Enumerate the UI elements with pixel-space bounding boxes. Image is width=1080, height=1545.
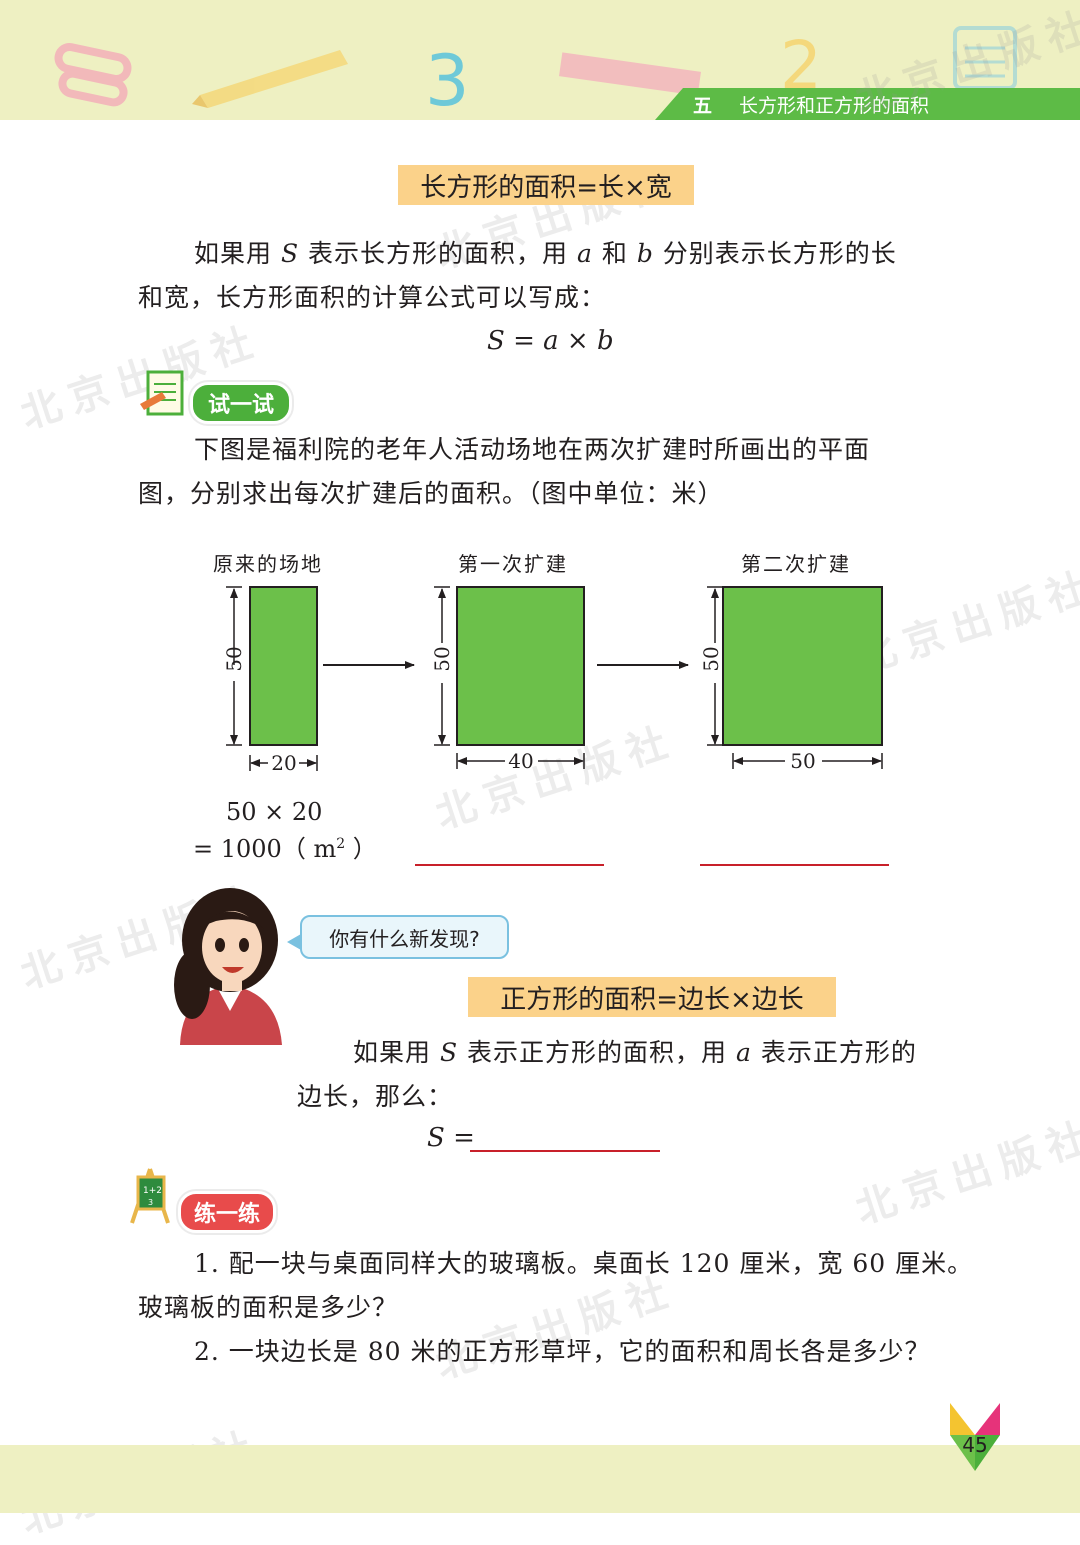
original-height-label: 50 — [222, 646, 246, 671]
field-label-original: 原来的场地 — [213, 552, 323, 576]
paperclip-icon — [54, 43, 132, 107]
try-instructions-line2: 图，分别求出每次扩建后的面积。（图中单位：米） — [138, 479, 724, 508]
chapter-tab: 五 长方形和正方形的面积 — [655, 88, 1080, 120]
practice-question-1-line1: 1. 配一块与桌面同样大的玻璃板。桌面长 120 厘米，宽 60 厘米。 — [194, 1249, 974, 1278]
practice-questions: 1. 配一块与桌面同样大的玻璃板。桌面长 120 厘米，宽 60 厘米。 玻璃板… — [138, 1242, 998, 1374]
ruler-icon — [559, 52, 701, 96]
square-explanation-line1: 如果用 S 表示正方形的面积，用 a 表示正方形的 — [353, 1038, 917, 1067]
teacher-avatar — [174, 888, 282, 1045]
chapter-title: 长方形和正方形的面积 — [739, 94, 930, 117]
answer-blank-first-expansion[interactable] — [415, 864, 604, 866]
answer-blank-square-formula[interactable] — [470, 1150, 660, 1152]
field-label-first-expansion: 第一次扩建 — [458, 552, 568, 576]
watermark: 北京出版社 — [850, 1112, 1080, 1234]
worked-calc-line1: 50 × 20 — [226, 798, 323, 826]
teacher-speech-bubble: 你有什么新发现? — [300, 915, 509, 959]
page-number: 45 — [962, 1433, 988, 1457]
try-instructions: 下图是福利院的老年人活动场地在两次扩建时所画出的平面 图，分别求出每次扩建后的面… — [138, 428, 968, 516]
practice-badge: 练一练 — [178, 1191, 276, 1233]
try-instructions-line1: 下图是福利院的老年人活动场地在两次扩建时所画出的平面 — [194, 435, 871, 464]
square-explanation-line2: 边长，那么： — [297, 1082, 454, 1111]
easel-icon: 1+2 3 — [130, 1168, 170, 1224]
square-area-formula-box: 正方形的面积=边长×边长 — [468, 977, 836, 1017]
practice-question-2: 2. 一块边长是 80 米的正方形草坪，它的面积和周长各是多少？ — [194, 1337, 931, 1366]
worked-calc-line2: = 1000（ m2 ） — [193, 835, 377, 863]
expansion-diagram: 50 20 50 40 50 50 — [222, 586, 883, 775]
number-three-icon: 3 — [425, 40, 470, 120]
square-explanation: 如果用 S 表示正方形的面积，用 a 表示正方形的 边长，那么： — [297, 1031, 967, 1119]
rect-area-equation: S = a × b — [487, 326, 614, 356]
footer-band — [0, 1445, 1080, 1513]
chapter-number: 五 — [693, 94, 713, 117]
first-expansion-width-label: 40 — [508, 749, 533, 773]
pencil-icon — [192, 50, 348, 108]
second-expansion-height-label: 50 — [699, 646, 723, 671]
second-expansion-rect — [722, 586, 883, 746]
first-expansion-rect — [456, 586, 585, 746]
second-expansion-width-label: 50 — [790, 749, 815, 773]
rect-explanation-line2: 和宽，长方形面积的计算公式可以写成： — [138, 283, 607, 312]
rect-explanation-line1: 如果用 S 表示长方形的面积，用 a 和 b 分别表示长方形的长 — [194, 239, 897, 268]
square-formula-prefix: S = — [427, 1123, 475, 1153]
rect-explanation: 如果用 S 表示长方形的面积，用 a 和 b 分别表示长方形的长 和宽，长方形面… — [138, 232, 958, 320]
practice-question-1-line2: 玻璃板的面积是多少？ — [138, 1293, 399, 1322]
rect-area-formula-box: 长方形的面积=长×宽 — [398, 165, 694, 205]
answer-blank-second-expansion[interactable] — [700, 864, 889, 866]
svg-text:3: 3 — [148, 1198, 153, 1207]
speech-bubble-tail — [287, 934, 301, 950]
svg-text:1+2: 1+2 — [143, 1186, 162, 1196]
try-it-badge: 试一试 — [190, 382, 292, 424]
original-width-label: 20 — [271, 751, 296, 775]
field-label-second-expansion: 第二次扩建 — [741, 552, 851, 576]
original-field-rect — [249, 586, 318, 746]
first-expansion-height-label: 50 — [430, 646, 454, 671]
notepad-icon — [140, 370, 184, 416]
calculator-icon — [953, 26, 1017, 90]
